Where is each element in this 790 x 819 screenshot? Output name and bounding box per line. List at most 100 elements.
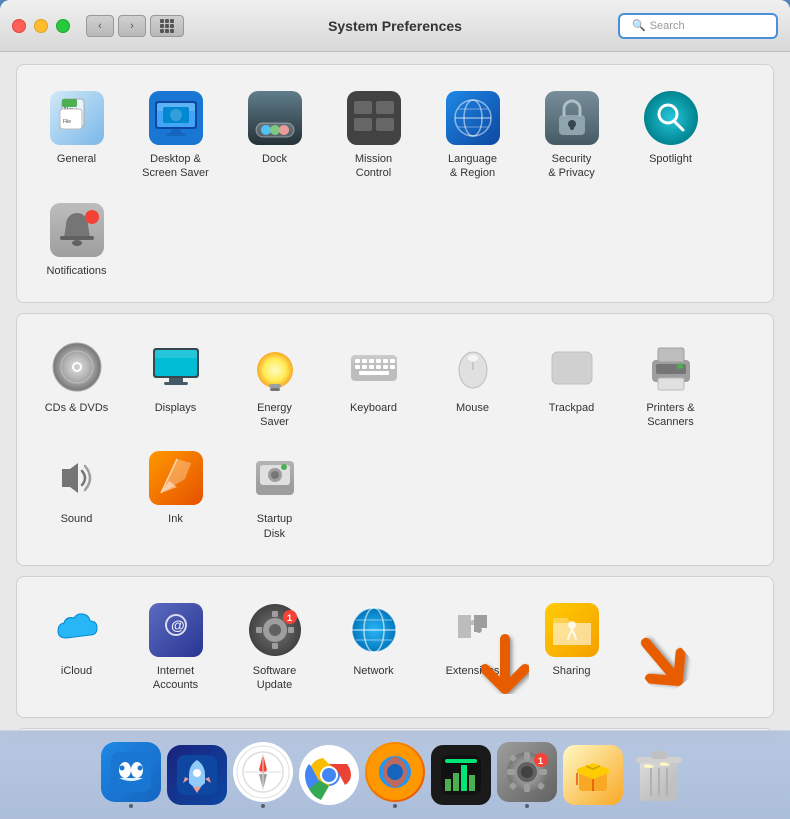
sharing-icon: [543, 601, 601, 659]
pref-internet-accounts[interactable]: @ InternetAccounts: [128, 593, 223, 701]
keyboard-label: Keyboard: [350, 401, 397, 415]
maximize-button[interactable]: [56, 19, 70, 33]
pref-mouse[interactable]: Mouse: [425, 330, 520, 438]
close-button[interactable]: [12, 19, 26, 33]
pref-displays[interactable]: Displays: [128, 330, 223, 438]
desktop-icon: [147, 89, 205, 147]
icloud-label: iCloud: [61, 664, 92, 678]
section-personal: New Opt File General: [16, 64, 774, 303]
safari-icon: [233, 742, 293, 802]
pref-language[interactable]: Language& Region: [425, 81, 520, 189]
forward-button[interactable]: ›: [118, 15, 146, 37]
svg-text:File: File: [63, 119, 71, 125]
sound-label: Sound: [61, 512, 93, 526]
network-icon: [345, 601, 403, 659]
sysprefs-dot: [525, 804, 529, 808]
pref-desktop[interactable]: Desktop &Screen Saver: [128, 81, 223, 189]
window-title: System Preferences: [328, 18, 462, 34]
dock-safari[interactable]: [233, 742, 293, 808]
svg-text:1: 1: [287, 613, 292, 623]
dock-label: Dock: [262, 152, 287, 166]
trackpad-label: Trackpad: [549, 401, 594, 415]
svg-text:1: 1: [538, 756, 543, 766]
dock-firefox[interactable]: [365, 742, 425, 808]
dock-chrome[interactable]: [299, 745, 359, 805]
pref-printers[interactable]: Printers &Scanners: [623, 330, 718, 438]
mission-icon: [345, 89, 403, 147]
dock-trash[interactable]: [629, 745, 689, 805]
icloud-icon: [48, 601, 106, 659]
trackpad-icon: [543, 338, 601, 396]
mouse-icon: [444, 338, 502, 396]
cds-label: CDs & DVDs: [45, 401, 109, 415]
search-icon: 🔍: [632, 19, 646, 32]
dock-istatmenus[interactable]: [431, 745, 491, 805]
finder-icon: [101, 742, 161, 802]
installbundler-icon: [563, 745, 623, 805]
safari-dot: [261, 804, 265, 808]
pref-software-update[interactable]: 1 SoftwareUpdate: [227, 593, 322, 701]
pref-startup[interactable]: StartupDisk: [227, 441, 322, 549]
traffic-lights: [12, 19, 70, 33]
minimize-button[interactable]: [34, 19, 48, 33]
back-button[interactable]: ‹: [86, 15, 114, 37]
titlebar: ‹ › System Preferences 🔍 Search: [0, 0, 790, 52]
arrow-down: [475, 634, 535, 719]
notifications-icon: [48, 201, 106, 259]
pref-sharing[interactable]: Sharing: [524, 593, 619, 701]
general-label: General: [57, 152, 96, 166]
software-update-icon: 1: [246, 601, 304, 659]
pref-keyboard[interactable]: Keyboard: [326, 330, 421, 438]
internet-accounts-label: InternetAccounts: [153, 664, 198, 693]
pref-security[interactable]: Security& Privacy: [524, 81, 619, 189]
dock-finder[interactable]: [101, 742, 161, 808]
dock-sysprefs[interactable]: 1: [497, 742, 557, 808]
chrome-icon: [299, 745, 359, 805]
search-placeholder: Search: [650, 20, 685, 32]
grid-view-button[interactable]: [150, 15, 184, 37]
hardware-grid: CDs & DVDs Displays: [29, 330, 761, 549]
pref-icloud[interactable]: iCloud: [29, 593, 124, 701]
dock-icon-pref: [246, 89, 304, 147]
firefox-dot: [393, 804, 397, 808]
displays-label: Displays: [155, 401, 197, 415]
pref-mission[interactable]: MissionControl: [326, 81, 421, 189]
notifications-label: Notifications: [47, 264, 107, 278]
energy-icon: [246, 338, 304, 396]
finder-dot: [129, 804, 133, 808]
mouse-label: Mouse: [456, 401, 489, 415]
internet-accounts-icon: @: [147, 601, 205, 659]
network-label: Network: [353, 664, 393, 678]
system-preferences-window: ‹ › System Preferences 🔍 Search: [0, 0, 790, 730]
sharing-label: Sharing: [553, 664, 591, 678]
pref-cds[interactable]: CDs & DVDs: [29, 330, 124, 438]
sysprefs-dock-icon: 1: [497, 742, 557, 802]
personal-grid: New Opt File General: [29, 81, 761, 286]
dock-installbundler[interactable]: [563, 745, 623, 805]
pref-ink[interactable]: Ink: [128, 441, 223, 549]
trash-icon: [629, 745, 689, 805]
security-label: Security& Privacy: [548, 152, 594, 181]
pref-energy[interactable]: EnergySaver: [227, 330, 322, 438]
spotlight-label: Spotlight: [649, 152, 692, 166]
pref-sound[interactable]: Sound: [29, 441, 124, 549]
language-label: Language& Region: [448, 152, 497, 181]
pref-network[interactable]: Network: [326, 593, 421, 701]
printers-label: Printers &Scanners: [646, 401, 694, 430]
pref-general[interactable]: New Opt File General: [29, 81, 124, 189]
startup-label: StartupDisk: [257, 512, 292, 541]
search-box[interactable]: 🔍 Search: [618, 13, 778, 39]
language-icon: [444, 89, 502, 147]
istatmenus-icon: [431, 745, 491, 805]
dock-launchpad[interactable]: [167, 745, 227, 805]
printers-icon: [642, 338, 700, 396]
keyboard-icon: [345, 338, 403, 396]
section-hardware: CDs & DVDs Displays: [16, 313, 774, 566]
sound-icon: [48, 449, 106, 507]
pref-trackpad[interactable]: Trackpad: [524, 330, 619, 438]
displays-icon: [147, 338, 205, 396]
pref-dock[interactable]: Dock: [227, 81, 322, 189]
pref-spotlight[interactable]: Spotlight: [623, 81, 718, 189]
spotlight-icon: [642, 89, 700, 147]
pref-notifications[interactable]: Notifications: [29, 193, 124, 286]
